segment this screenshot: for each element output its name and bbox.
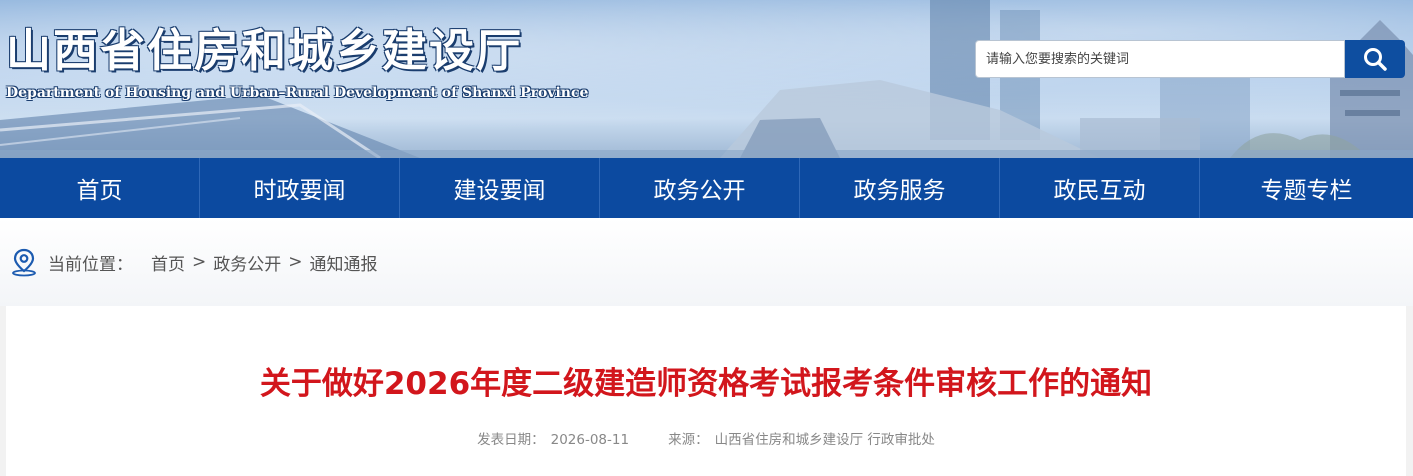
nav-item-government-info[interactable]: 政务公开 [600, 158, 800, 218]
nav-item-construction-news[interactable]: 建设要闻 [400, 158, 600, 218]
source-label: 来源： [668, 432, 709, 448]
search-button[interactable] [1345, 40, 1405, 78]
breadcrumb-separator: > [288, 252, 303, 272]
nav-item-special-topics[interactable]: 专题专栏 [1200, 158, 1413, 218]
breadcrumb-notices[interactable]: 通知通报 [310, 250, 378, 275]
main-nav: 首页 时政要闻 建设要闻 政务公开 政务服务 政民互动 专题专栏 [0, 158, 1413, 218]
header-banner: 山西省住房和城乡建设厅 Department of Housing and Ur… [0, 0, 1413, 158]
publish-date: 2026-08-11 [550, 432, 630, 448]
nav-item-current-affairs[interactable]: 时政要闻 [200, 158, 400, 218]
article-source: 山西省住房和城乡建设厅 行政审批处 [714, 432, 935, 448]
date-label: 发表日期： [477, 432, 545, 448]
nav-item-home[interactable]: 首页 [0, 158, 200, 218]
search-input[interactable] [976, 41, 1344, 77]
breadcrumb-home[interactable]: 首页 [151, 250, 185, 275]
search-box [975, 40, 1345, 78]
nav-item-government-services[interactable]: 政务服务 [800, 158, 1000, 218]
site-title: 山西省住房和城乡建设厅 [6, 24, 524, 77]
breadcrumb: 当前位置： 首页 > 政务公开 > 通知通报 [0, 218, 1413, 306]
location-pin-icon [12, 248, 36, 277]
article-meta: 发表日期： 2026-08-11 来源： 山西省住房和城乡建设厅 行政审批处 [6, 428, 1406, 448]
article-title: 关于做好2026年度二级建造师资格考试报考条件审核工作的通知 [259, 366, 1153, 402]
breadcrumb-separator: > [192, 252, 207, 272]
search-icon [1364, 48, 1387, 71]
breadcrumb-government-info[interactable]: 政务公开 [213, 250, 281, 275]
article-panel: 关于做好2026年度二级建造师资格考试报考条件审核工作的通知 发表日期： 2026… [6, 306, 1406, 476]
nav-item-public-interaction[interactable]: 政民互动 [1000, 158, 1200, 218]
site-subtitle: Department of Housing and Urban–Rural De… [6, 85, 589, 101]
breadcrumb-label: 当前位置： [48, 254, 133, 275]
